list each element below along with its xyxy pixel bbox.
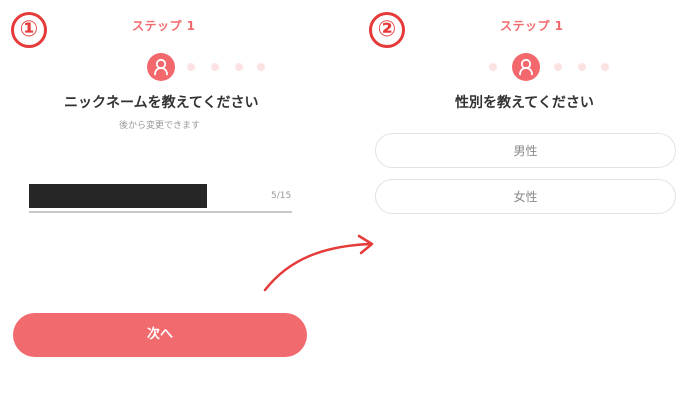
progress-step-active <box>147 53 175 81</box>
progress-dot <box>235 63 243 71</box>
progress-step-active <box>512 53 540 81</box>
progress-dot <box>211 63 219 71</box>
progress-dot <box>578 63 586 71</box>
progress-dot <box>257 63 265 71</box>
next-button[interactable]: 次へ <box>13 313 307 357</box>
screenshot-root: ① ② ステップ 1 ニックネームを教えてください 後から変更できます 5/15… <box>0 0 700 400</box>
step-marker-one: ① <box>11 12 47 48</box>
user-icon <box>154 58 168 76</box>
step-label: ステップ 1 <box>132 19 196 33</box>
progress-dot <box>554 63 562 71</box>
page-title: ニックネームを教えてください <box>64 95 259 111</box>
page-title: 性別を教えてください <box>455 95 594 111</box>
progress-dot <box>489 63 497 71</box>
step-label: ステップ 1 <box>500 19 564 33</box>
character-counter: 5/15 <box>271 191 292 201</box>
step-marker-two: ② <box>369 12 405 48</box>
redacted-text <box>29 184 207 208</box>
progress-dot <box>187 63 195 71</box>
page-subtitle: 後から変更できます <box>119 121 201 131</box>
progress-dot <box>601 63 609 71</box>
gender-option-female[interactable]: 女性 <box>375 179 676 214</box>
gender-option-male[interactable]: 男性 <box>375 133 676 168</box>
user-icon <box>519 58 533 76</box>
curved-arrow-icon <box>263 234 374 292</box>
